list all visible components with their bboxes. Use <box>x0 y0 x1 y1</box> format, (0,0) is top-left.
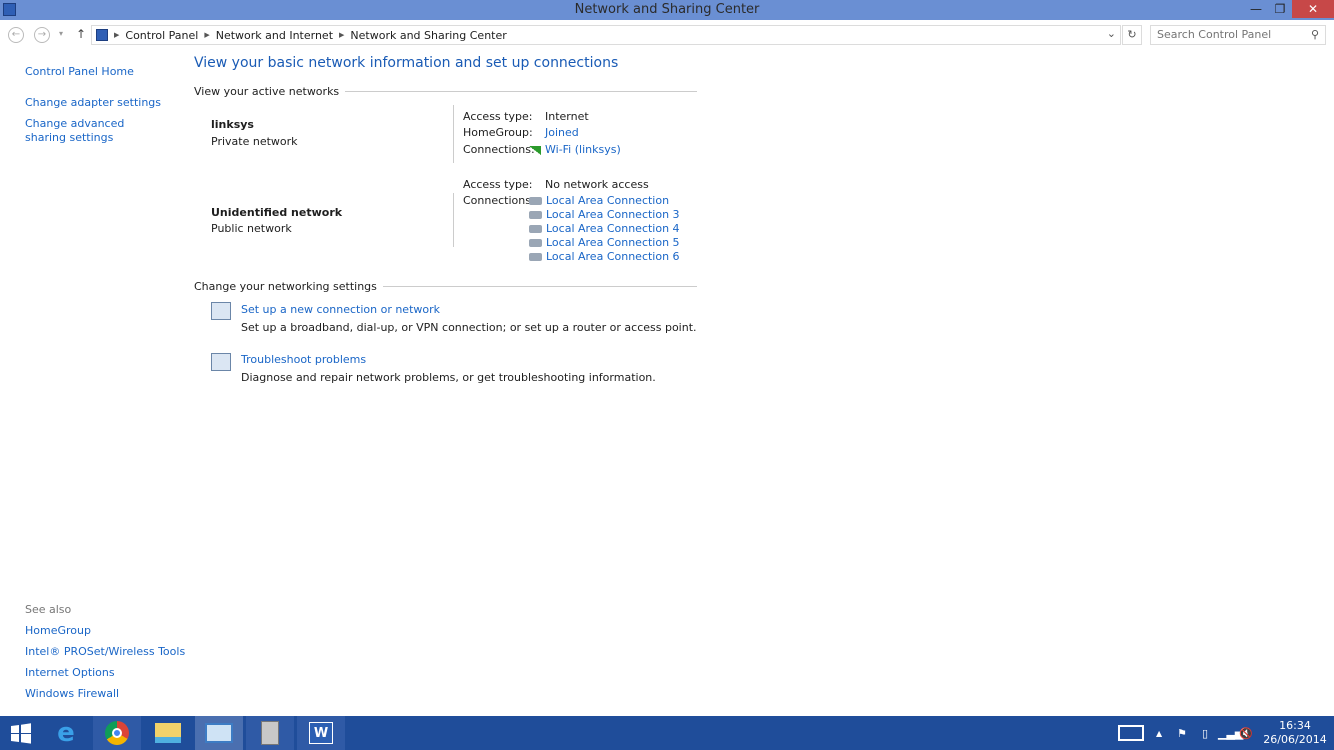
lan-connection-link[interactable]: Local Area Connection 4 <box>546 222 680 235</box>
start-button[interactable] <box>0 716 42 750</box>
navigation-bar: ← → ▾ ↑ ▶ Control Panel ▶ Network and In… <box>0 20 1334 50</box>
ethernet-icon <box>529 253 542 261</box>
setup-connection-description: Set up a broadband, dial-up, or VPN conn… <box>241 321 697 334</box>
breadcrumb-control-panel[interactable]: Control Panel <box>125 29 198 42</box>
lan-connection-link[interactable]: Local Area Connection 5 <box>546 236 680 249</box>
lan-connection-link[interactable]: Local Area Connection <box>546 194 669 207</box>
clock-time: 16:34 <box>1279 719 1311 732</box>
see-also-windows-firewall[interactable]: Windows Firewall <box>25 687 119 700</box>
action-center-flag-icon[interactable]: ⚑ <box>1177 716 1187 750</box>
taskbar-control-panel[interactable] <box>195 716 243 750</box>
chevron-right-icon[interactable]: ▶ <box>339 31 344 39</box>
wifi-connection-link[interactable]: Wi-Fi (linksys) <box>545 143 621 156</box>
taskbar-chrome[interactable] <box>93 716 141 750</box>
forward-button[interactable]: → <box>34 27 50 43</box>
back-button[interactable]: ← <box>8 27 24 43</box>
clock[interactable]: 16:34 26/06/2014 <box>1262 719 1328 747</box>
lan-connection-link[interactable]: Local Area Connection 6 <box>546 250 680 263</box>
chrome-icon <box>105 721 129 745</box>
breadcrumb-network-internet[interactable]: Network and Internet <box>216 29 333 42</box>
chevron-right-icon[interactable]: ▶ <box>204 31 209 39</box>
title-bar: Network and Sharing Center — ❐ ✕ <box>0 0 1334 20</box>
refresh-button[interactable]: ↻ <box>1122 25 1142 45</box>
wifi-signal-icon <box>529 145 541 155</box>
device-manager-icon <box>261 721 279 745</box>
divider <box>453 105 454 163</box>
taskbar: e W ▲ ⚑ ▯ ▁▃▅ 🔇 16:34 26/06/2014 <box>0 716 1334 750</box>
internet-explorer-icon: e <box>57 718 75 748</box>
see-also-label: See also <box>25 603 72 616</box>
touch-keyboard-icon[interactable] <box>1118 716 1144 750</box>
breadcrumb-network-sharing[interactable]: Network and Sharing Center <box>350 29 506 42</box>
connections-label: Connections: <box>463 194 535 207</box>
network-type: Private network <box>211 135 298 148</box>
search-input[interactable] <box>1157 28 1307 41</box>
troubleshoot-link[interactable]: Troubleshoot problems <box>241 353 366 366</box>
search-box[interactable]: ⚲ <box>1150 25 1326 45</box>
chevron-right-icon[interactable]: ▶ <box>114 31 119 39</box>
ethernet-icon <box>529 211 542 219</box>
address-dropdown-icon[interactable]: ⌄ <box>1107 27 1116 40</box>
divider <box>453 193 454 247</box>
sidebar-change-adapter-settings[interactable]: Change adapter settings <box>25 96 161 109</box>
connections-label: Connections: <box>463 143 535 156</box>
maximize-button[interactable]: ❐ <box>1266 0 1294 18</box>
up-button[interactable]: ↑ <box>76 27 86 41</box>
network-name: Unidentified network <box>211 206 343 219</box>
troubleshoot-icon <box>211 353 231 371</box>
taskbar-device-manager[interactable] <box>246 716 294 750</box>
setup-connection-link[interactable]: Set up a new connection or network <box>241 303 440 316</box>
windows-logo-icon <box>11 723 31 744</box>
sidebar-change-advanced-sharing[interactable]: Change advanced sharing settings <box>25 117 160 145</box>
window-title: Network and Sharing Center <box>574 2 760 17</box>
ethernet-icon <box>529 225 542 233</box>
access-type-label: Access type: <box>463 110 533 123</box>
new-connection-icon <box>211 302 231 320</box>
control-panel-icon <box>96 29 108 41</box>
active-networks-header: View your active networks <box>194 85 697 98</box>
see-also-intel-proset[interactable]: Intel® PROSet/Wireless Tools <box>25 645 185 658</box>
access-type-value: Internet <box>545 110 589 123</box>
word-icon: W <box>309 722 333 744</box>
sidebar-control-panel-home[interactable]: Control Panel Home <box>25 65 134 78</box>
access-type-label: Access type: <box>463 178 533 191</box>
see-also-internet-options[interactable]: Internet Options <box>25 666 115 679</box>
folder-icon <box>155 723 181 743</box>
troubleshoot-description: Diagnose and repair network problems, or… <box>241 371 656 384</box>
access-type-value: No network access <box>545 178 649 191</box>
homegroup-label: HomeGroup: <box>463 126 533 139</box>
clock-date: 26/06/2014 <box>1263 733 1327 746</box>
network-type: Public network <box>211 222 292 235</box>
search-icon[interactable]: ⚲ <box>1311 26 1319 44</box>
change-settings-header: Change your networking settings <box>194 280 697 293</box>
homegroup-link[interactable]: Joined <box>545 126 579 139</box>
recent-locations-button[interactable]: ▾ <box>59 29 63 38</box>
ethernet-icon <box>529 239 542 247</box>
lan-connection-link[interactable]: Local Area Connection 3 <box>546 208 680 221</box>
address-bar[interactable]: ▶ Control Panel ▶ Network and Internet ▶… <box>91 25 1121 45</box>
control-panel-icon <box>205 723 233 743</box>
section-label: Change your networking settings <box>194 280 377 293</box>
ethernet-icon <box>529 197 542 205</box>
taskbar-file-explorer[interactable] <box>144 716 192 750</box>
page-title: View your basic network information and … <box>194 55 619 71</box>
volume-muted-icon[interactable]: 🔇 <box>1239 716 1253 750</box>
close-button[interactable]: ✕ <box>1292 0 1334 18</box>
show-hidden-icons-button[interactable]: ▲ <box>1156 716 1162 750</box>
section-label: View your active networks <box>194 85 340 98</box>
see-also-homegroup[interactable]: HomeGroup <box>25 624 91 637</box>
taskbar-internet-explorer[interactable]: e <box>42 716 90 750</box>
taskbar-word[interactable]: W <box>297 716 345 750</box>
battery-icon[interactable]: ▯ <box>1202 716 1208 750</box>
network-name: linksys <box>211 118 254 131</box>
